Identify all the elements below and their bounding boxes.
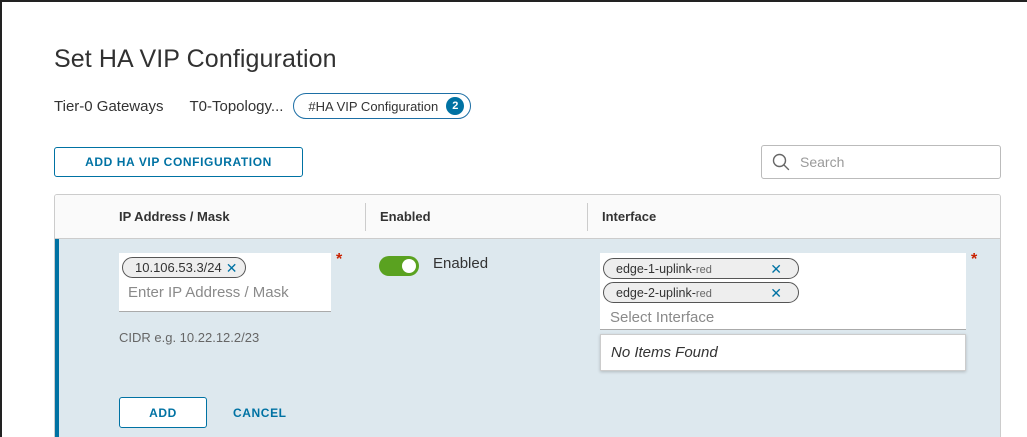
toggle-knob	[402, 259, 416, 273]
breadcrumb: Tier-0 Gateways T0-Topology... #HA VIP C…	[54, 93, 472, 119]
ip-address-field[interactable]: 10.106.53.3/24 ✕ Enter IP Address / Mask	[119, 253, 331, 312]
ha-vip-tab-label: #HA VIP Configuration	[308, 98, 439, 114]
interface-chip-label: edge-1-uplink-red	[616, 261, 712, 276]
column-separator[interactable]	[587, 203, 588, 231]
interface-dropdown-empty: No Items Found	[600, 334, 966, 371]
column-header-ip-address[interactable]: IP Address / Mask	[119, 209, 230, 224]
grid-header: IP Address / Mask Enabled Interface	[55, 195, 1000, 239]
close-icon[interactable]: ✕	[770, 262, 782, 276]
ha-vip-grid: IP Address / Mask Enabled Interface 10.1…	[54, 194, 1001, 437]
ip-address-placeholder: Enter IP Address / Mask	[128, 284, 289, 301]
edit-row: 10.106.53.3/24 ✕ Enter IP Address / Mask…	[55, 239, 1000, 437]
cancel-button[interactable]: CANCEL	[233, 397, 287, 428]
interface-required-marker: *	[971, 251, 978, 268]
interface-chip: edge-1-uplink-red ✕	[603, 258, 799, 279]
search-icon	[772, 153, 790, 171]
breadcrumb-ha-vip-tab[interactable]: #HA VIP Configuration 2	[293, 93, 472, 119]
dialog-frame: Set HA VIP Configuration Tier-0 Gateways…	[0, 0, 1027, 437]
close-icon[interactable]: ✕	[226, 261, 238, 275]
enabled-toggle[interactable]	[379, 256, 419, 276]
interface-placeholder: Select Interface	[610, 309, 715, 326]
ip-required-marker: *	[336, 251, 343, 268]
interface-field[interactable]: edge-1-uplink-red ✕ edge-2-uplink-red ✕ …	[600, 253, 966, 330]
edit-row-indicator	[55, 239, 59, 437]
add-ha-vip-configuration-button[interactable]: ADD HA VIP CONFIGURATION	[54, 147, 303, 177]
ip-chip-label: 10.106.53.3/24	[135, 260, 222, 275]
interface-chip-label: edge-2-uplink-red	[616, 285, 712, 300]
search-box[interactable]	[761, 145, 1001, 179]
column-header-enabled[interactable]: Enabled	[380, 209, 431, 224]
ha-vip-count-badge: 2	[446, 97, 465, 115]
search-input[interactable]	[800, 154, 980, 170]
page-title: Set HA VIP Configuration	[54, 45, 337, 73]
column-separator[interactable]	[365, 203, 366, 231]
breadcrumb-gateway[interactable]: T0-Topology...	[189, 98, 283, 115]
add-button[interactable]: ADD	[119, 397, 207, 428]
enabled-toggle-label: Enabled	[433, 255, 489, 272]
close-icon[interactable]: ✕	[770, 286, 782, 300]
interface-chip: edge-2-uplink-red ✕	[603, 282, 799, 303]
breadcrumb-tier0-gateways[interactable]: Tier-0 Gateways	[54, 98, 163, 115]
ip-chip: 10.106.53.3/24 ✕	[122, 257, 247, 278]
ip-help-text: CIDR e.g. 10.22.12.2/23	[119, 330, 260, 345]
column-header-interface[interactable]: Interface	[602, 209, 656, 224]
